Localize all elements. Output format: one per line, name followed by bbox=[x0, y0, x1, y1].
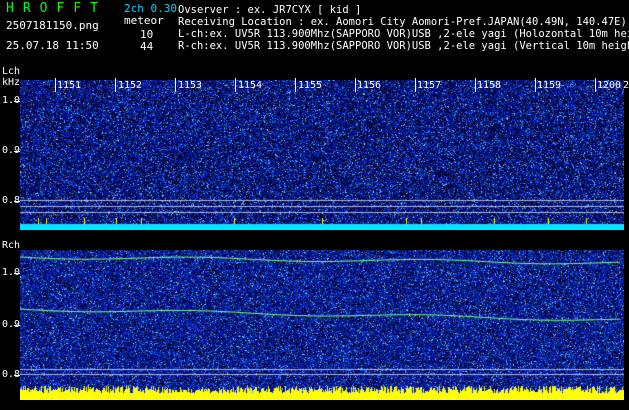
lch-tick-0-8: 0.8 bbox=[2, 195, 21, 206]
rch-info: R-ch:ex. UV5R 113.900Mhz(SAPPORO VOR)USB… bbox=[178, 40, 629, 52]
lch-info: L-ch:ex. UV5R 113.900Mhz(SAPPORO VOR)USB… bbox=[178, 28, 629, 40]
lch-tick-1-0: 1.0 bbox=[2, 95, 21, 106]
time-label-1151: 1151 bbox=[57, 80, 82, 91]
rch-spectrogram bbox=[20, 250, 624, 400]
app-title: HROFFT bbox=[6, 1, 107, 16]
rch-tick-0-9: 0.9 bbox=[2, 319, 21, 330]
rch-tick-1-0: 1.0 bbox=[2, 267, 21, 278]
time-label-1154: 1154 bbox=[238, 80, 263, 91]
location-info: Receiving Location : ex. Aomori City Aom… bbox=[178, 16, 627, 28]
time-label-1152: 1152 bbox=[118, 80, 143, 91]
lch-unit-label: kHz bbox=[2, 77, 21, 88]
time-label-1153: 1153 bbox=[178, 80, 203, 91]
rch-meteor-count: 44 bbox=[140, 40, 154, 53]
meteor-label: meteor bbox=[124, 14, 164, 27]
lch-channel-label: Lch bbox=[2, 66, 21, 77]
datetime-label: 25.07.18 11:50 bbox=[6, 39, 99, 52]
lch-spectrogram bbox=[20, 80, 624, 230]
time-label-1157: 1157 bbox=[417, 80, 442, 91]
time-label-1158: 1158 bbox=[477, 80, 502, 91]
rch-channel-label: Rch bbox=[2, 240, 21, 251]
observer-info: Ovserver : ex. JR7CYX [ kid ] bbox=[178, 4, 362, 16]
time-label-1156: 1156 bbox=[357, 80, 382, 91]
filename-label: 2507181150.png bbox=[6, 19, 99, 32]
time-label-1155: 1155 bbox=[298, 80, 323, 91]
time-label-2: 2 bbox=[623, 80, 629, 91]
rch-tick-0-8: 0.8 bbox=[2, 369, 21, 380]
time-label-1200: 1200 bbox=[597, 80, 622, 91]
time-label-1159: 1159 bbox=[537, 80, 562, 91]
lch-tick-0-9: 0.9 bbox=[2, 145, 21, 156]
